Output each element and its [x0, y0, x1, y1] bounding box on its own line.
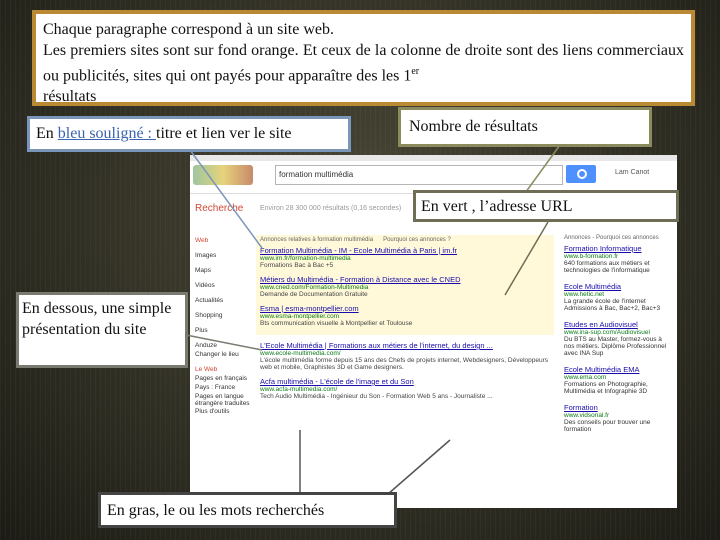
connector-under	[185, 334, 263, 351]
connector-bold-2	[387, 439, 451, 495]
blue-underlined: bleu souligné :	[57, 125, 156, 142]
intro-callout: Chaque paragraphe correspond à un site w…	[32, 10, 695, 106]
blue-prefix: En	[36, 125, 58, 142]
blue-suffix: titre et lien ver le site	[156, 125, 292, 142]
green-url-callout: En vert , l’adresse URL	[413, 190, 679, 222]
connector-blue	[189, 149, 263, 249]
connector-green	[504, 221, 549, 296]
intro-superscript: er	[411, 66, 420, 77]
blue-link-callout: En bleu souligné : titre et lien ver le …	[27, 116, 351, 152]
intro-line-1: Chaque paragraphe correspond à un site w…	[43, 21, 334, 38]
bold-keywords-callout: En gras, le ou les mots recherchés	[98, 492, 397, 528]
intro-line-3: résultats	[43, 88, 97, 106]
description-callout: En dessous, une simple présentation du s…	[16, 292, 188, 368]
intro-line-2: Les premiers sites sont sur fond orange.…	[43, 42, 684, 85]
result-count-callout: Nombre de résultats	[398, 107, 652, 147]
